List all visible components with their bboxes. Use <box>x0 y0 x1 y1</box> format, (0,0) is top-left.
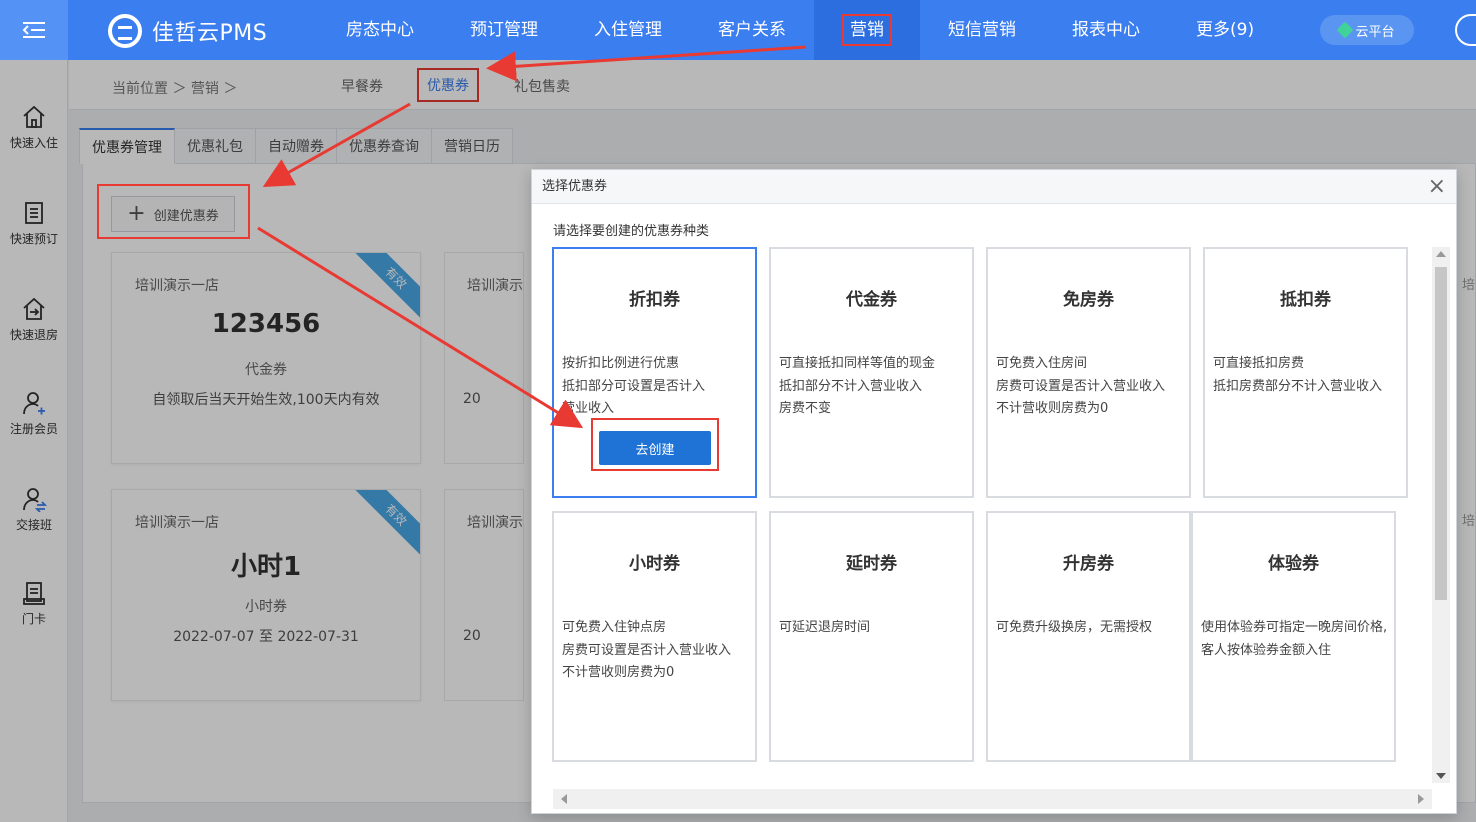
dialog-title: 选择优惠券 <box>542 179 608 194</box>
brand-name: 佳哲云PMS <box>152 21 268 46</box>
scroll-thumb[interactable] <box>1435 267 1447 600</box>
scroll-up-icon[interactable] <box>1436 251 1446 257</box>
nav-item-reservation[interactable]: 预订管理 <box>442 0 566 60</box>
coupon-type-cash[interactable]: 代金券 可直接抵扣同样等值的现金 抵扣部分不计入营业收入 房费不变 <box>769 247 974 498</box>
dialog-header: 选择优惠券 × <box>532 170 1456 204</box>
coupon-type-hourly[interactable]: 小时券 可免费入住钟点房 房费可设置是否计入营业收入 不计营收则房费为0 <box>552 511 757 762</box>
logo-icon <box>108 14 142 48</box>
main-nav: 房态中心 预订管理 入住管理 客户关系 营销 短信营销 报表中心 更多(9) <box>318 0 1282 60</box>
select-coupon-dialog: 选择优惠券 × 请选择要创建的优惠券种类 折扣券 按折扣比例进行优惠 抵扣部分可设… <box>531 169 1457 814</box>
nav-item-reports[interactable]: 报表中心 <box>1044 0 1168 60</box>
coupon-type-free-room[interactable]: 免房券 可免费入住房间 房费可设置是否计入营业收入 不计营收则房费为0 <box>986 247 1191 498</box>
go-create-button[interactable]: 去创建 <box>599 431 711 465</box>
coupon-type-discount[interactable]: 折扣券 按折扣比例进行优惠 抵扣部分可设置是否计入 营业收入 去创建 <box>552 247 757 498</box>
horizontal-scrollbar[interactable] <box>553 789 1432 809</box>
coupon-type-grid: 折扣券 按折扣比例进行优惠 抵扣部分可设置是否计入 营业收入 去创建 代金券 可直接… <box>552 247 1432 790</box>
brand-logo: 佳哲云PMS <box>108 14 267 48</box>
vertical-scrollbar[interactable] <box>1432 247 1450 783</box>
nav-item-room-status[interactable]: 房态中心 <box>318 0 442 60</box>
cube-icon <box>1336 21 1354 39</box>
scroll-right-icon[interactable] <box>1418 794 1424 804</box>
cloud-label: 云平台 <box>1355 24 1395 40</box>
nav-item-marketing[interactable]: 营销 <box>814 0 920 60</box>
coupon-type-upgrade[interactable]: 升房券 可免费升级换房，无需授权 <box>986 511 1191 762</box>
user-menu-button[interactable] <box>1455 14 1476 46</box>
menu-toggle-icon[interactable] <box>0 0 68 60</box>
nav-item-customer[interactable]: 客户关系 <box>690 0 814 60</box>
close-icon[interactable]: × <box>1428 170 1446 204</box>
nav-item-checkin[interactable]: 入住管理 <box>566 0 690 60</box>
coupon-type-late-checkout[interactable]: 延时券 可延迟退房时间 <box>769 511 974 762</box>
dialog-tip: 请选择要创建的优惠券种类 <box>553 224 710 239</box>
scroll-left-icon[interactable] <box>561 794 567 804</box>
coupon-type-trial[interactable]: 体验券 使用体验券可指定一晚房间价格, 客人按体验券金额入住 <box>1191 511 1396 762</box>
cloud-platform-button[interactable]: 云平台 <box>1320 15 1414 45</box>
top-navbar: 佳哲云PMS 房态中心 预订管理 入住管理 客户关系 营销 短信营销 报表中心 … <box>0 0 1476 60</box>
scroll-down-icon[interactable] <box>1436 773 1446 779</box>
nav-item-sms[interactable]: 短信营销 <box>920 0 1044 60</box>
nav-item-more[interactable]: 更多(9) <box>1168 0 1282 60</box>
coupon-type-deduction[interactable]: 抵扣券 可直接抵扣房费 抵扣房费部分不计入营业收入 <box>1203 247 1408 498</box>
